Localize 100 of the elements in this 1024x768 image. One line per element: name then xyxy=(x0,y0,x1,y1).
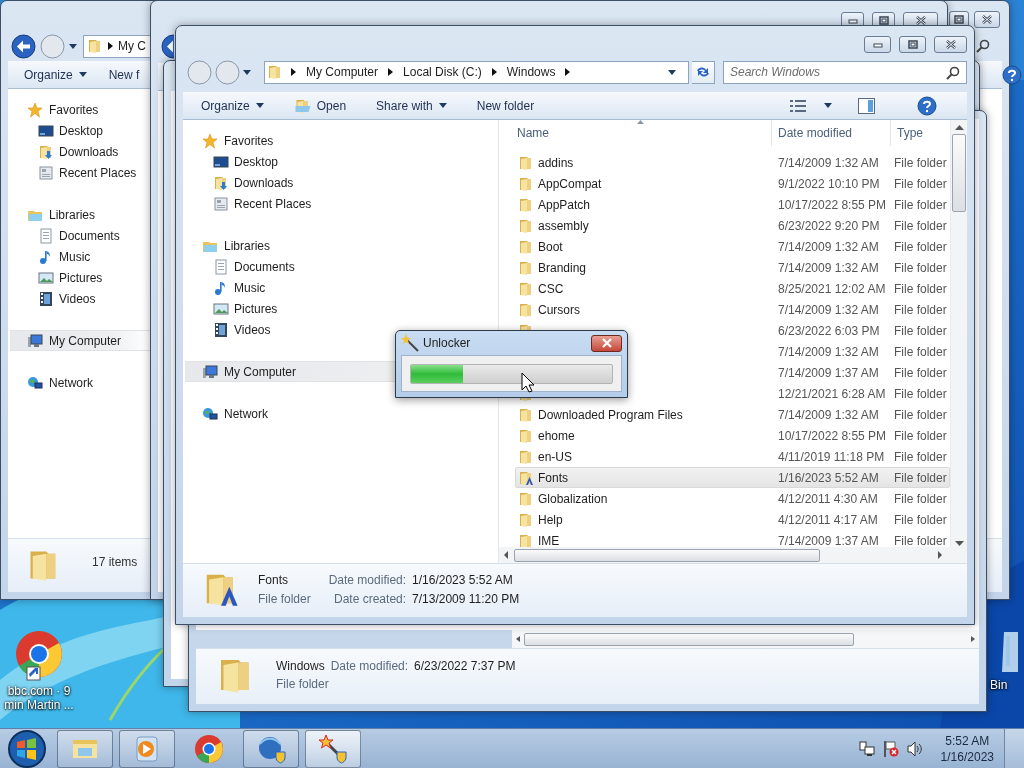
file-row[interactable]: addins 7/14/2009 1:32 AM File folder xyxy=(515,152,950,173)
nav-item[interactable]: Desktop xyxy=(183,151,498,172)
file-date: 10/17/2022 8:55 PM xyxy=(777,428,888,443)
file-date: 6/23/2022 6:03 PM xyxy=(777,323,881,338)
file-date: 7/14/2009 1:32 AM xyxy=(777,302,880,317)
nav-item[interactable]: My Computer xyxy=(10,330,150,351)
file-date: 4/11/2019 11:18 PM xyxy=(777,449,886,464)
file-date: 6/23/2022 9:20 PM xyxy=(777,218,881,233)
column-header[interactable]: Type xyxy=(891,120,923,146)
file-type: File folder xyxy=(894,260,947,275)
file-date: 1/16/2023 5:52 AM xyxy=(777,470,880,485)
column-header[interactable]: Date modified xyxy=(772,120,891,146)
file-type: File folder xyxy=(894,344,947,359)
file-type: File folder xyxy=(894,449,947,464)
file-row[interactable]: Globalization 4/12/2011 4:30 AM File folder xyxy=(515,488,950,509)
toolbar-button[interactable]: New folder xyxy=(470,94,541,117)
file-name: Help xyxy=(538,512,563,527)
file-name: en-US xyxy=(538,449,572,464)
file-row[interactable]: Fonts 1/16/2023 5:52 AM File folder xyxy=(515,467,950,488)
nav-item[interactable]: Music xyxy=(183,277,498,298)
nav-item[interactable]: Desktop xyxy=(8,120,150,141)
file-row[interactable]: assembly 6/23/2022 9:20 PM File folder xyxy=(515,215,950,236)
file-name: Globalization xyxy=(538,491,608,506)
file-name: AppPatch xyxy=(538,197,591,212)
nav-item[interactable]: Pictures xyxy=(183,298,498,319)
detail-label: Date created: xyxy=(333,592,407,606)
file-date: 12/21/2021 6:28 AM xyxy=(777,386,887,401)
toolbar-button[interactable]: Share with xyxy=(370,94,453,117)
search-field[interactable]: Search Windows xyxy=(723,60,967,84)
nav-item[interactable]: Downloads xyxy=(183,172,498,193)
detail-value: 6/23/2022 7:37 PM xyxy=(414,659,516,673)
nav-item[interactable]: Videos xyxy=(8,288,150,309)
address-bar[interactable]: My Computer Local Disk (C:) Windows xyxy=(264,60,689,84)
file-date: 8/25/2021 12:02 AM xyxy=(777,281,887,296)
toolbar-button[interactable]: Organize xyxy=(195,94,270,117)
clock-date[interactable]: 1/16/2023 xyxy=(940,749,994,764)
file-row[interactable]: ehome 10/17/2022 8:55 PM File folder xyxy=(515,425,950,446)
file-type: File folder xyxy=(894,428,947,443)
file-row[interactable]: AppCompat 9/1/2022 10:10 PM File folder xyxy=(515,173,950,194)
file-type: File folder xyxy=(894,239,947,254)
nav-item[interactable]: Libraries xyxy=(8,204,150,225)
nav-item[interactable]: Network xyxy=(8,372,150,393)
nav-item[interactable]: Music xyxy=(8,246,150,267)
file-type: File folder xyxy=(894,281,947,296)
nav-item[interactable]: Downloads xyxy=(8,141,150,162)
nav-item[interactable]: Recent Places xyxy=(183,193,498,214)
file-row[interactable]: en-US 4/11/2019 11:18 PM File folder xyxy=(515,446,950,467)
file-type: File folder xyxy=(894,176,947,191)
toolbar-button[interactable]: Organize xyxy=(20,63,91,86)
file-date: 7/14/2009 1:32 AM xyxy=(777,155,880,170)
toolbar-button[interactable]: New f xyxy=(104,63,144,86)
file-date: 7/14/2009 1:37 AM xyxy=(777,365,880,380)
address-bar[interactable]: My C xyxy=(83,34,151,58)
file-date: 10/17/2022 8:55 PM xyxy=(777,197,888,212)
file-row[interactable]: Help 4/12/2011 4:17 AM File folder xyxy=(515,509,950,530)
item-type: File folder xyxy=(276,677,330,691)
file-row[interactable]: Downloaded Program Files 7/14/2009 1:32 AM File folder xyxy=(515,404,950,425)
shortcut-label: Bin xyxy=(989,678,1008,692)
file-type: File folder xyxy=(894,155,947,170)
file-row[interactable]: IME 7/14/2009 1:37 AM File folder xyxy=(515,530,950,547)
shortcut-label: bbc.com · 9 min Martin ... xyxy=(4,684,74,712)
file-name: Cursors xyxy=(538,302,580,317)
nav-item[interactable]: Pictures xyxy=(8,267,150,288)
file-name: ehome xyxy=(538,428,575,443)
file-row[interactable]: Boot 7/14/2009 1:32 AM File folder xyxy=(515,236,950,257)
breadcrumb-item[interactable]: Local Disk (C:) xyxy=(401,65,484,79)
toolbar-button[interactable]: Open xyxy=(287,94,353,117)
file-type: File folder xyxy=(894,197,947,212)
breadcrumb-item[interactable]: My Computer xyxy=(304,65,381,79)
file-name: addins xyxy=(538,155,574,170)
file-type: File folder xyxy=(894,470,947,485)
nav-item[interactable]: Libraries xyxy=(183,235,498,256)
file-row[interactable]: Branding 7/14/2009 1:32 AM File folder xyxy=(515,257,950,278)
file-date: 4/12/2011 4:17 AM xyxy=(777,512,879,527)
nav-item[interactable]: Favorites xyxy=(183,130,498,151)
file-name: Downloaded Program Files xyxy=(538,407,683,422)
file-name: Branding xyxy=(538,260,587,275)
file-type: File folder xyxy=(894,491,947,506)
detail-value: 1/16/2023 5:52 AM xyxy=(412,573,514,587)
nav-item[interactable]: Documents xyxy=(8,225,150,246)
nav-item[interactable]: Network xyxy=(183,403,498,424)
file-date: 7/14/2009 1:32 AM xyxy=(777,260,880,275)
clock-time[interactable]: 5:52 AM xyxy=(945,733,990,748)
file-name: CSC xyxy=(538,281,564,296)
file-type: File folder xyxy=(894,407,947,422)
item-name: Windows xyxy=(276,659,325,673)
nav-item[interactable]: Documents xyxy=(183,256,498,277)
nav-item[interactable]: Favorites xyxy=(8,99,150,120)
file-type: File folder xyxy=(894,533,947,547)
item-type: File folder xyxy=(258,592,311,606)
file-row[interactable]: AppPatch 10/17/2022 8:55 PM File folder xyxy=(515,194,950,215)
breadcrumb-item[interactable]: Windows xyxy=(504,65,558,79)
dialog-title: Unlocker xyxy=(423,336,471,350)
file-name: Fonts xyxy=(538,470,568,485)
file-date: 7/14/2009 1:32 AM xyxy=(777,344,880,359)
file-row[interactable]: CSC 8/25/2021 12:02 AM File folder xyxy=(515,278,950,299)
file-row[interactable]: Cursors 7/14/2009 1:32 AM File folder xyxy=(515,299,950,320)
file-date: 9/1/2022 10:10 PM xyxy=(777,176,881,191)
file-name: AppCompat xyxy=(538,176,602,191)
nav-item[interactable]: Recent Places xyxy=(8,162,150,183)
